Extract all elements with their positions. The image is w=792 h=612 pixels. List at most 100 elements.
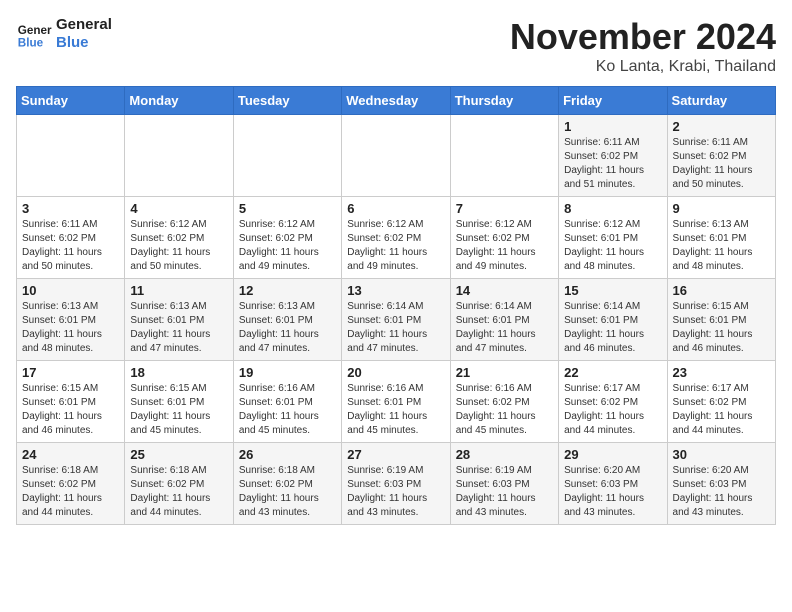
day-cell-4: 4Sunrise: 6:12 AM Sunset: 6:02 PM Daylig… <box>125 197 233 279</box>
day-number: 18 <box>130 365 227 380</box>
week-row-2: 3Sunrise: 6:11 AM Sunset: 6:02 PM Daylig… <box>17 197 776 279</box>
day-cell-1: 1Sunrise: 6:11 AM Sunset: 6:02 PM Daylig… <box>559 115 667 197</box>
day-info: Sunrise: 6:18 AM Sunset: 6:02 PM Dayligh… <box>239 464 336 520</box>
day-number: 24 <box>22 447 119 462</box>
day-info: Sunrise: 6:17 AM Sunset: 6:02 PM Dayligh… <box>673 382 770 438</box>
day-number: 15 <box>564 283 661 298</box>
weekday-header-monday: Monday <box>125 87 233 115</box>
day-info: Sunrise: 6:19 AM Sunset: 6:03 PM Dayligh… <box>456 464 553 520</box>
day-number: 12 <box>239 283 336 298</box>
day-number: 11 <box>130 283 227 298</box>
day-number: 16 <box>673 283 770 298</box>
day-number: 29 <box>564 447 661 462</box>
location: Ko Lanta, Krabi, Thailand <box>510 58 776 76</box>
day-info: Sunrise: 6:16 AM Sunset: 6:01 PM Dayligh… <box>347 382 444 438</box>
empty-cell <box>342 115 450 197</box>
day-info: Sunrise: 6:20 AM Sunset: 6:03 PM Dayligh… <box>673 464 770 520</box>
day-cell-17: 17Sunrise: 6:15 AM Sunset: 6:01 PM Dayli… <box>17 361 125 443</box>
day-info: Sunrise: 6:13 AM Sunset: 6:01 PM Dayligh… <box>22 300 119 356</box>
day-number: 23 <box>673 365 770 380</box>
day-number: 6 <box>347 201 444 216</box>
day-info: Sunrise: 6:12 AM Sunset: 6:02 PM Dayligh… <box>239 218 336 274</box>
day-cell-26: 26 Sunrise: 6:18 AM Sunset: 6:02 PM Dayli… <box>233 443 341 525</box>
day-number: 7 <box>456 201 553 216</box>
empty-cell <box>450 115 558 197</box>
day-cell-21: 21 Sunrise: 6:16 AM Sunset: 6:02 PM Dayli… <box>450 361 558 443</box>
day-cell-25: 25Sunrise: 6:18 AM Sunset: 6:02 PM Dayli… <box>125 443 233 525</box>
day-info: Sunrise: 6:20 AM Sunset: 6:03 PM Dayligh… <box>564 464 661 520</box>
day-cell-10: 10 Sunrise: 6:13 AM Sunset: 6:01 PM Dayli… <box>17 279 125 361</box>
day-cell-24: 24Sunrise: 6:18 AM Sunset: 6:02 PM Dayli… <box>17 443 125 525</box>
day-cell-7: 7 Sunrise: 6:12 AM Sunset: 6:02 PM Daylig… <box>450 197 558 279</box>
logo: General Blue General Blue <box>16 16 112 52</box>
day-cell-29: 29 Sunrise: 6:20 AM Sunset: 6:03 PM Dayli… <box>559 443 667 525</box>
day-info: Sunrise: 6:17 AM Sunset: 6:02 PM Dayligh… <box>564 382 661 438</box>
day-number: 10 <box>22 283 119 298</box>
day-cell-14: 14 Sunrise: 6:14 AM Sunset: 6:01 PM Dayli… <box>450 279 558 361</box>
day-info: Sunrise: 6:12 AM Sunset: 6:02 PM Dayligh… <box>456 218 553 274</box>
empty-cell <box>125 115 233 197</box>
day-number: 30 <box>673 447 770 462</box>
day-number: 19 <box>239 365 336 380</box>
page-header: General Blue General Blue November 2024 … <box>16 16 776 76</box>
day-info: Sunrise: 6:19 AM Sunset: 6:03 PM Dayligh… <box>347 464 444 520</box>
empty-cell <box>233 115 341 197</box>
day-number: 14 <box>456 283 553 298</box>
day-cell-15: 15 Sunrise: 6:14 AM Sunset: 6:01 PM Dayli… <box>559 279 667 361</box>
day-cell-28: 28 Sunrise: 6:19 AM Sunset: 6:03 PM Dayli… <box>450 443 558 525</box>
day-cell-23: 23 Sunrise: 6:17 AM Sunset: 6:02 PM Dayli… <box>667 361 775 443</box>
weekday-header-row: SundayMondayTuesdayWednesdayThursdayFrid… <box>17 87 776 115</box>
day-number: 22 <box>564 365 661 380</box>
day-info: Sunrise: 6:12 AM Sunset: 6:02 PM Dayligh… <box>347 218 444 274</box>
day-cell-20: 20 Sunrise: 6:16 AM Sunset: 6:01 PM Dayli… <box>342 361 450 443</box>
day-info: Sunrise: 6:14 AM Sunset: 6:01 PM Dayligh… <box>456 300 553 356</box>
day-number: 5 <box>239 201 336 216</box>
day-info: Sunrise: 6:15 AM Sunset: 6:01 PM Dayligh… <box>22 382 119 438</box>
day-cell-30: 30 Sunrise: 6:20 AM Sunset: 6:03 PM Dayli… <box>667 443 775 525</box>
svg-text:Blue: Blue <box>18 37 44 50</box>
day-number: 20 <box>347 365 444 380</box>
day-info: Sunrise: 6:16 AM Sunset: 6:02 PM Dayligh… <box>456 382 553 438</box>
day-number: 9 <box>673 201 770 216</box>
day-cell-18: 18 Sunrise: 6:15 AM Sunset: 6:01 PM Dayli… <box>125 361 233 443</box>
day-info: Sunrise: 6:11 AM Sunset: 6:02 PM Dayligh… <box>673 136 770 192</box>
day-number: 2 <box>673 119 770 134</box>
week-row-3: 10 Sunrise: 6:13 AM Sunset: 6:01 PM Dayli… <box>17 279 776 361</box>
day-info: Sunrise: 6:16 AM Sunset: 6:01 PM Dayligh… <box>239 382 336 438</box>
day-cell-16: 16 Sunrise: 6:15 AM Sunset: 6:01 PM Dayli… <box>667 279 775 361</box>
day-number: 27 <box>347 447 444 462</box>
logo-line2: Blue <box>56 34 112 52</box>
day-cell-2: 2 Sunrise: 6:11 AM Sunset: 6:02 PM Daylig… <box>667 115 775 197</box>
day-number: 4 <box>130 201 227 216</box>
day-number: 3 <box>22 201 119 216</box>
day-number: 25 <box>130 447 227 462</box>
empty-cell <box>17 115 125 197</box>
day-cell-11: 11 Sunrise: 6:13 AM Sunset: 6:01 PM Dayli… <box>125 279 233 361</box>
day-number: 13 <box>347 283 444 298</box>
day-number: 26 <box>239 447 336 462</box>
day-cell-27: 27 Sunrise: 6:19 AM Sunset: 6:03 PM Dayli… <box>342 443 450 525</box>
month-title: November 2024 <box>510 16 776 58</box>
day-number: 28 <box>456 447 553 462</box>
week-row-5: 24 Sunrise: 6:18 AM Sunset: 6:02 PM Dayli… <box>17 443 776 525</box>
day-cell-5: 5 Sunrise: 6:12 AM Sunset: 6:02 PM Daylig… <box>233 197 341 279</box>
day-cell-9: 9 Sunrise: 6:13 AM Sunset: 6:01 PM Daylig… <box>667 197 775 279</box>
day-cell-8: 8 Sunrise: 6:12 AM Sunset: 6:01 PM Daylig… <box>559 197 667 279</box>
day-info: Sunrise: 6:13 AM Sunset: 6:01 PM Dayligh… <box>239 300 336 356</box>
logo-icon: General Blue <box>16 16 52 52</box>
weekday-header-wednesday: Wednesday <box>342 87 450 115</box>
day-cell-19: 19 Sunrise: 6:16 AM Sunset: 6:01 PM Dayli… <box>233 361 341 443</box>
day-info: Sunrise: 6:12 AM Sunset: 6:01 PM Dayligh… <box>564 218 661 274</box>
day-number: 21 <box>456 365 553 380</box>
day-number: 8 <box>564 201 661 216</box>
day-info: Sunrise: 6:15 AM Sunset: 6:01 PM Dayligh… <box>130 382 227 438</box>
day-info: Sunrise: 6:14 AM Sunset: 6:01 PM Dayligh… <box>347 300 444 356</box>
day-info: Sunrise: 6:13 AM Sunset: 6:01 PM Dayligh… <box>673 218 770 274</box>
day-info: Sunrise: 6:14 AM Sunset: 6:01 PM Dayligh… <box>564 300 661 356</box>
day-info: Sunrise: 6:13 AM Sunset: 6:01 PM Dayligh… <box>130 300 227 356</box>
day-cell-12: 12 Sunrise: 6:13 AM Sunset: 6:01 PM Dayli… <box>233 279 341 361</box>
calendar-table: SundayMondayTuesdayWednesdayThursdayFrid… <box>16 86 776 525</box>
day-info: Sunrise: 6:15 AM Sunset: 6:01 PM Dayligh… <box>673 300 770 356</box>
weekday-header-tuesday: Tuesday <box>233 87 341 115</box>
day-info: Sunrise: 6:11 AM Sunset: 6:02 PM Dayligh… <box>564 136 661 192</box>
